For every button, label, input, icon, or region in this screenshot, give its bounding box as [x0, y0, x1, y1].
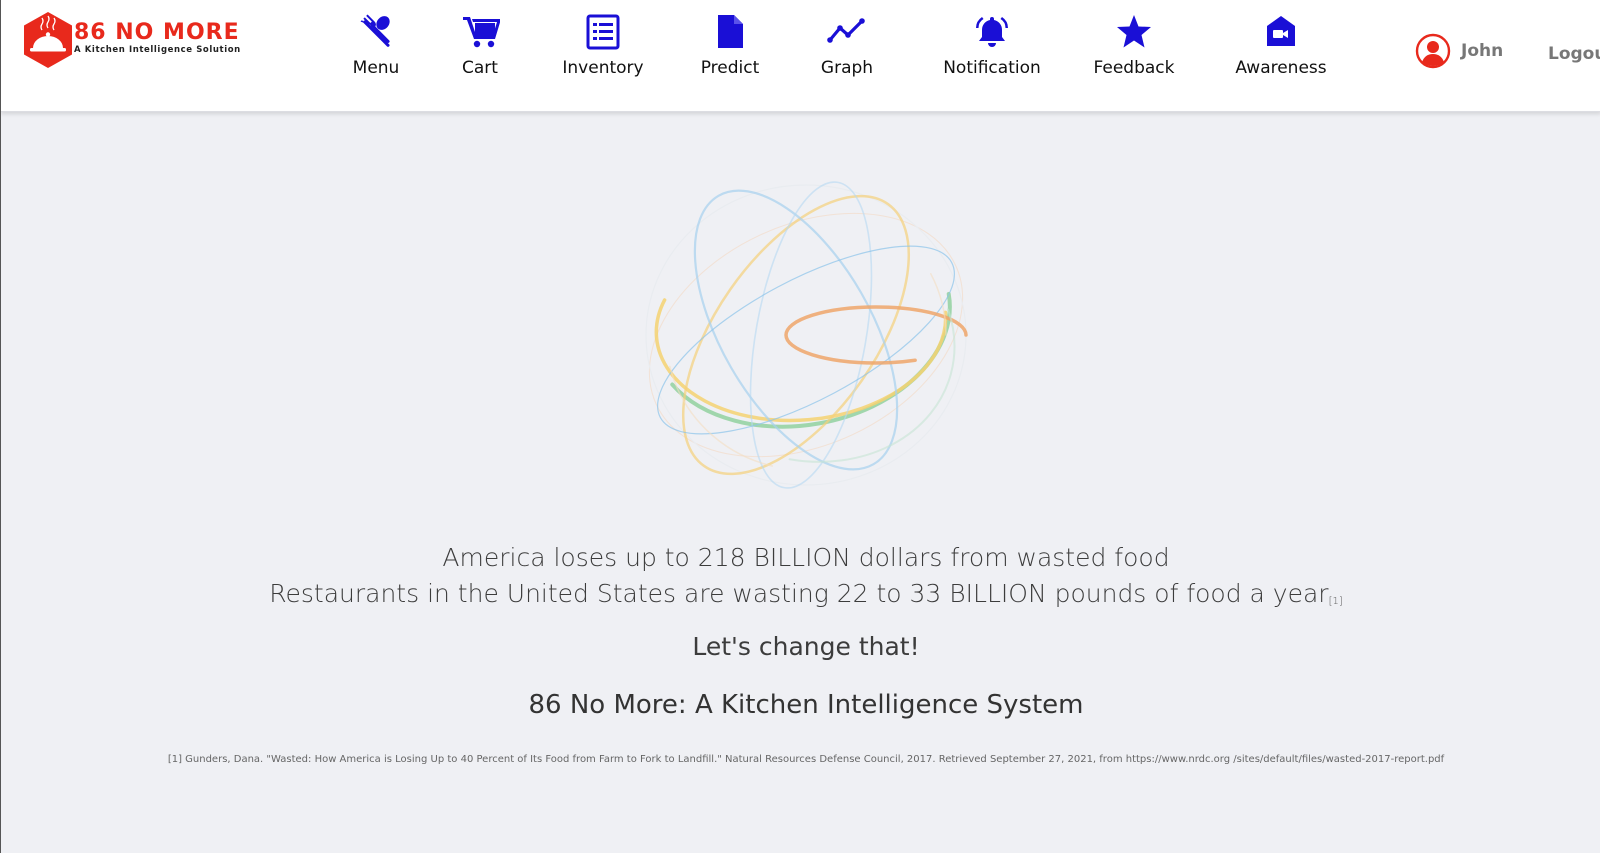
- nav-label-awareness: Awareness: [1235, 58, 1327, 78]
- nav-item-graph[interactable]: Graph: [809, 14, 885, 78]
- cloche-icon: [24, 12, 72, 68]
- nav-item-predict[interactable]: Predict: [692, 14, 768, 78]
- nav-item-cart[interactable]: Cart: [443, 14, 517, 78]
- system-title: 86 No More: A Kitchen Intelligence Syste…: [528, 690, 1084, 720]
- cart-icon: [463, 17, 500, 48]
- nav-item-inventory[interactable]: Inventory: [558, 14, 648, 78]
- brand-subtitle: A Kitchen Intelligence Solution: [74, 45, 241, 55]
- brand-logo[interactable]: 86 NO MORE A Kitchen Intelligence Soluti…: [22, 11, 240, 69]
- brand-title: 86 NO MORE: [74, 20, 240, 45]
- line-chart-icon: [827, 18, 865, 43]
- stat-line-pounds-text: Restaurants in the United States are was…: [269, 579, 1329, 608]
- stat-line-dollars: America loses up to 218 BILLION dollars …: [442, 543, 1170, 572]
- nav-label-graph: Graph: [820, 58, 874, 78]
- nav-item-menu[interactable]: Menu: [339, 14, 413, 78]
- list-icon: [586, 14, 620, 50]
- app-window: 86 NO MORE A Kitchen Intelligence Soluti…: [0, 0, 1600, 853]
- nav-label-menu: Menu: [352, 58, 400, 78]
- logout-link[interactable]: Logou: [1548, 44, 1600, 64]
- call-to-action: Let's change that!: [692, 632, 920, 661]
- nav-item-feedback[interactable]: Feedback: [1084, 14, 1184, 78]
- user-name: John: [1461, 41, 1504, 61]
- user-profile[interactable]: John: [1415, 33, 1503, 69]
- video-house-icon: [1267, 16, 1295, 46]
- nav-label-predict: Predict: [700, 58, 760, 78]
- user-circle-icon: [1415, 33, 1451, 69]
- top-navbar: 86 NO MORE A Kitchen Intelligence Soluti…: [1, 0, 1600, 112]
- reference-footnote: [1] Gunders, Dana. "Wasted: How America …: [167, 754, 1445, 765]
- document-icon: [718, 15, 743, 48]
- nav-label-feedback: Feedback: [1093, 58, 1175, 78]
- citation-marker[interactable]: [1]: [1329, 596, 1343, 607]
- bell-icon: [976, 17, 1008, 47]
- nav-item-awareness[interactable]: Awareness: [1226, 14, 1336, 78]
- orbit-globe-graphic: [645, 181, 968, 489]
- nav-item-notification[interactable]: Notification: [928, 14, 1056, 78]
- nav-label-inventory: Inventory: [562, 58, 644, 78]
- nav-label-notification: Notification: [943, 58, 1041, 78]
- stat-line-pounds: Restaurants in the United States are was…: [1, 576, 1600, 618]
- waste-statistics: America loses up to 218 BILLION dollars …: [1, 540, 1600, 618]
- utensils-icon: [360, 14, 390, 47]
- nav-label-cart: Cart: [462, 58, 498, 78]
- star-icon: [1117, 15, 1151, 48]
